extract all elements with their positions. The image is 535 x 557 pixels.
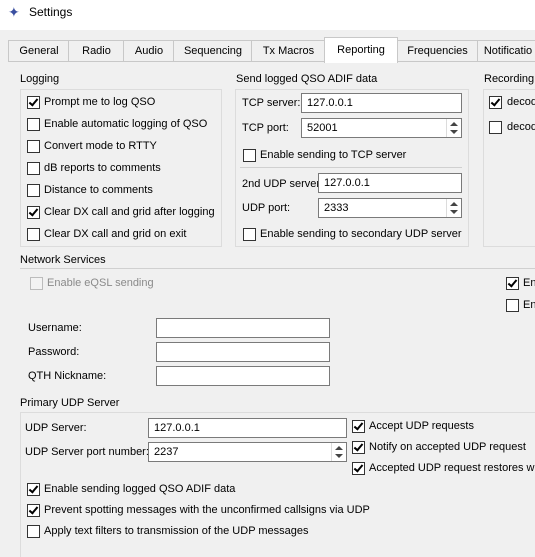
network-right-label-2: En <box>523 299 535 311</box>
enable-tcp-checkbox[interactable] <box>243 149 256 162</box>
db-reports-label: dB reports to comments <box>44 162 161 174</box>
username-input[interactable] <box>156 318 330 338</box>
prompt-log-checkbox[interactable] <box>27 96 40 109</box>
tab-radio[interactable]: Radio <box>68 40 125 61</box>
tcp-port-value: 52001 <box>307 122 338 134</box>
prompt-log-label: Prompt me to log QSO <box>44 96 156 108</box>
recording-decode-label-1: decod <box>507 96 535 108</box>
tab-notifications[interactable]: Notificatio <box>477 40 535 61</box>
udp2-port-value: 2333 <box>324 202 349 214</box>
udp-adif-label: Enable sending logged QSO ADIF data <box>44 483 236 495</box>
title-bar: ✦ Settings <box>0 0 535 30</box>
qth-nickname-input[interactable] <box>156 366 330 386</box>
recording-decode-label-2: decod <box>507 121 535 133</box>
tcp-server-input[interactable]: 127.0.0.1 <box>301 93 462 113</box>
udp2-port-spin-buttons[interactable] <box>446 199 461 217</box>
network-right-checkbox-2[interactable] <box>506 299 519 312</box>
accept-udp-label: Accept UDP requests <box>369 420 474 432</box>
convert-rtty-label: Convert mode to RTTY <box>44 140 157 152</box>
tcp-port-label: TCP port: <box>242 122 289 134</box>
spin-up-icon[interactable] <box>450 122 458 126</box>
recording-title: Recording <box>484 73 535 85</box>
clear-after-logging-label: Clear DX call and grid after logging <box>44 206 215 218</box>
udp-port-spin-buttons[interactable] <box>331 443 346 461</box>
network-right-label-1: En <box>523 277 535 289</box>
network-title: Network Services <box>20 254 106 266</box>
text-filters-label: Apply text filters to transmission of th… <box>44 525 309 537</box>
text-filters-checkbox[interactable] <box>27 525 40 538</box>
password-label: Password: <box>28 346 80 358</box>
recording-panel <box>483 89 535 247</box>
enable-tcp-label: Enable sending to TCP server <box>260 149 407 161</box>
password-input[interactable] <box>156 342 330 362</box>
udp-port-spinbox[interactable]: 2237 <box>148 442 347 462</box>
network-right-checkbox-1[interactable] <box>506 277 519 290</box>
tab-reporting[interactable]: Reporting <box>324 37 398 63</box>
udp-server-input[interactable]: 127.0.0.1 <box>148 418 347 438</box>
accept-udp-checkbox[interactable] <box>352 420 365 433</box>
settings-app-icon: ✦ <box>8 4 20 20</box>
tcp-server-label: TCP server: <box>242 97 301 109</box>
notify-udp-label: Notify on accepted UDP request <box>369 441 526 453</box>
enable-udp2-label: Enable sending to secondary UDP server <box>260 228 462 240</box>
window-title: Settings <box>29 5 73 19</box>
udp-server-label: UDP Server: <box>25 422 87 434</box>
enable-udp2-checkbox[interactable] <box>243 228 256 241</box>
spin-down-icon[interactable] <box>335 454 343 458</box>
convert-rtty-checkbox[interactable] <box>27 140 40 153</box>
distance-comments-label: Distance to comments <box>44 184 153 196</box>
clear-on-exit-checkbox[interactable] <box>27 228 40 241</box>
clear-on-exit-label: Clear DX call and grid on exit <box>44 228 187 240</box>
tab-bar-line <box>8 61 535 62</box>
tcp-port-spinbox[interactable]: 52001 <box>301 118 462 138</box>
udp2-server-label: 2nd UDP server <box>242 178 321 190</box>
network-divider <box>20 268 535 269</box>
distance-comments-checkbox[interactable] <box>27 184 40 197</box>
adif-title: Send logged QSO ADIF data <box>236 73 378 85</box>
tab-audio[interactable]: Audio <box>123 40 175 61</box>
udp2-port-label: UDP port: <box>242 202 291 214</box>
udp-title: Primary UDP Server <box>20 397 120 409</box>
restores-window-checkbox[interactable] <box>352 462 365 475</box>
notify-udp-checkbox[interactable] <box>352 441 365 454</box>
eqsl-checkbox[interactable] <box>30 277 43 290</box>
qth-nickname-label: QTH Nickname: <box>28 370 107 382</box>
clear-after-logging-checkbox[interactable] <box>27 206 40 219</box>
auto-log-label: Enable automatic logging of QSO <box>44 118 208 130</box>
spin-down-icon[interactable] <box>450 130 458 134</box>
prevent-spotting-label: Prevent spotting messages with the uncon… <box>44 504 370 516</box>
prevent-spotting-checkbox[interactable] <box>27 504 40 517</box>
spin-up-icon[interactable] <box>335 446 343 450</box>
tcp-port-spin-buttons[interactable] <box>446 119 461 137</box>
spin-down-icon[interactable] <box>450 210 458 214</box>
tab-sequencing[interactable]: Sequencing <box>173 40 253 61</box>
eqsl-label: Enable eQSL sending <box>47 277 154 289</box>
spin-up-icon[interactable] <box>450 202 458 206</box>
recording-decode-checkbox-1[interactable] <box>489 96 502 109</box>
tab-frequencies[interactable]: Frequencies <box>396 40 479 61</box>
tab-general[interactable]: General <box>8 40 70 61</box>
db-reports-checkbox[interactable] <box>27 162 40 175</box>
udp-port-label: UDP Server port number: <box>25 446 149 458</box>
username-label: Username: <box>28 322 82 334</box>
logging-title: Logging <box>20 73 60 85</box>
udp2-port-spinbox[interactable]: 2333 <box>318 198 462 218</box>
recording-decode-checkbox-2[interactable] <box>489 121 502 134</box>
auto-log-checkbox[interactable] <box>27 118 40 131</box>
restores-window-label: Accepted UDP request restores win <box>369 462 535 474</box>
udp-port-value: 2237 <box>154 446 179 458</box>
tab-tx-macros[interactable]: Tx Macros <box>251 40 326 61</box>
udp2-server-input[interactable]: 127.0.0.1 <box>318 173 462 193</box>
adif-divider <box>240 167 462 168</box>
udp-adif-checkbox[interactable] <box>27 483 40 496</box>
